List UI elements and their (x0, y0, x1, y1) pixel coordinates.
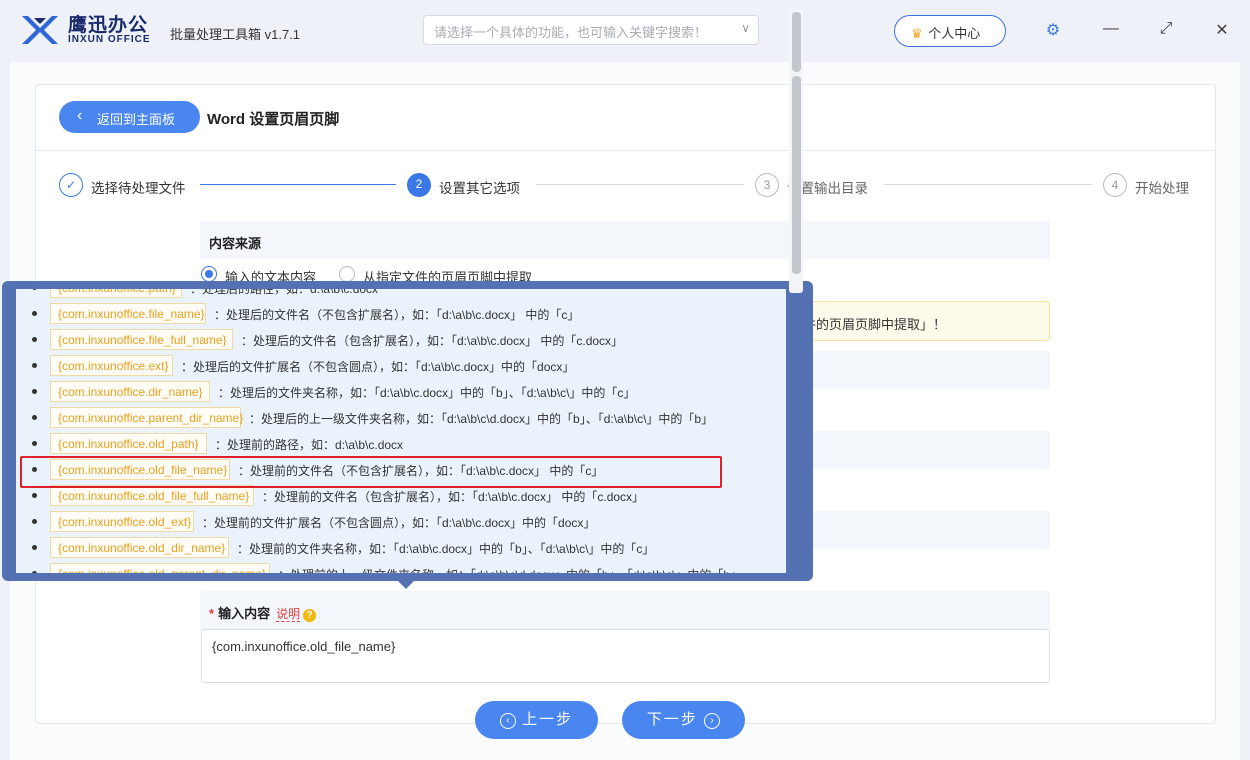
variable-list-item[interactable]: {com.inxunoffice.path} ：处理后的路径，如：d:\a\b\c… (16, 289, 786, 301)
popup-pointer (397, 580, 415, 589)
variable-description: ：处理前的文件扩展名（不包含圆点），如：「d:\a\b\c.docx」中的「do… (202, 516, 596, 530)
user-center-button[interactable]: ♛ 个人中心 (894, 15, 1006, 47)
bullet-icon (32, 545, 37, 550)
step-connector (884, 184, 1092, 185)
prev-step-button[interactable]: ‹ 上一步 (475, 701, 598, 739)
scrollbar-thumb[interactable] (792, 76, 801, 274)
scrollbar-upper[interactable] (792, 12, 801, 72)
close-icon[interactable]: ✕ (1212, 20, 1232, 40)
explain-link[interactable]: 说明 (276, 607, 301, 622)
bullet-icon (32, 389, 37, 394)
help-icon[interactable]: ? (303, 609, 317, 622)
radio-text-input[interactable] (201, 266, 217, 282)
input-content-header (200, 591, 1050, 629)
variable-tag[interactable]: {com.inxunoffice.file_name} (50, 303, 206, 324)
step-3-number: 3 (755, 173, 779, 197)
radio-extract-from-file[interactable] (339, 266, 355, 282)
variables-list: {com.inxunoffice.path} ：处理后的路径，如：d:\a\b\c… (16, 289, 786, 573)
variable-description: ：处理后的文件扩展名（不包含圆点），如：「d:\a\b\c.docx」中的「do… (181, 360, 575, 374)
bullet-icon (32, 289, 37, 290)
user-center-label: 个人中心 (928, 26, 981, 41)
variable-tag[interactable]: {com.inxunoffice.path} (50, 289, 182, 298)
bullet-icon (32, 311, 37, 316)
variable-description: ：处理后的上一级文件夹名称，如：「d:\a\b\c\d.docx」中的「b」、「… (249, 412, 714, 426)
settings-gear-icon[interactable]: ⚙ (1043, 20, 1063, 40)
variable-description: ：处理后的文件名（不包含扩展名），如：「d:\a\b\c.docx」 中的「c」 (214, 308, 580, 322)
variable-tag[interactable]: {com.inxunoffice.old_parent_dir_name} (50, 563, 270, 573)
variable-tag[interactable]: {com.inxunoffice.old_file_full_name} (50, 485, 254, 506)
variable-description: ：处理前的文件夹名称，如：「d:\a\b\c.docx」中的「b」、「d:\a\… (237, 542, 655, 556)
page-title: Word 设置页眉页脚 (207, 111, 340, 128)
variable-list-item[interactable]: {com.inxunoffice.parent_dir_name} ：处理后的上一… (16, 405, 786, 431)
variable-tag[interactable]: {com.inxunoffice.old_dir_name} (50, 537, 229, 558)
variable-description: ：处理前的文件名（包含扩展名），如：「d:\a\b\c.docx」 中的「c.d… (262, 490, 645, 504)
next-step-button[interactable]: 下一步 › (622, 701, 745, 739)
variable-description: ：处理后的文件夹名称，如：「d:\a\b\c.docx」中的「b」、「d:\a\… (218, 386, 636, 400)
variable-tag[interactable]: {com.inxunoffice.ext} (50, 355, 173, 376)
warning-notice: 件的页眉页脚中提取」！ (790, 301, 1050, 341)
crown-icon: ♛ (911, 26, 923, 41)
bullet-icon (32, 337, 37, 342)
search-input[interactable]: 请选择一个具体的功能，也可输入关键字搜索！ ∨ (423, 15, 759, 45)
minimize-icon[interactable]: — (1101, 20, 1121, 40)
input-content-label: 输入内容 (218, 606, 271, 621)
bullet-icon (32, 415, 37, 420)
search-placeholder: 请选择一个具体的功能，也可输入关键字搜索！ (434, 25, 708, 40)
variable-description: ：处理后的文件名（包含扩展名），如：「d:\a\b\c.docx」 中的「c.d… (241, 334, 624, 348)
variable-description: ：处理前的路径，如：d:\a\b\c.docx (215, 438, 404, 452)
next-step-label: 下一步 (646, 711, 698, 728)
bullet-icon (32, 571, 37, 573)
maximize-icon[interactable]: ⤢ (1156, 20, 1176, 40)
app-title: 批量处理工具箱 v1.7.1 (170, 27, 301, 42)
step-1-label: 选择待处理文件 (91, 181, 186, 196)
variable-tag[interactable]: {com.inxunoffice.dir_name} (50, 381, 210, 402)
variable-list-item[interactable]: {com.inxunoffice.old_parent_dir_name} ：处理… (16, 561, 786, 573)
variable-list-item[interactable]: {com.inxunoffice.file_full_name} ：处理后的文件名… (16, 327, 786, 353)
variable-tag[interactable]: {com.inxunoffice.old_path} (50, 433, 207, 454)
step-2-label: 设置其它选项 (439, 181, 520, 196)
step-4-number: 4 (1103, 173, 1127, 197)
step-connector (536, 184, 744, 185)
prev-step-label: 上一步 (522, 711, 574, 728)
variable-list-item[interactable]: {com.inxunoffice.old_dir_name} ：处理前的文件夹名称… (16, 535, 786, 561)
step-4-label: 开始处理 (1135, 181, 1189, 196)
input-content-title: * 输入内容 说明? (209, 603, 317, 622)
back-to-main-button[interactable]: ‹ 返回到主面板 (59, 101, 200, 133)
variable-description: ：处理前的上一级文件夹名称，如：「d:\a\b\c\d.docx」中的「b」、「… (278, 566, 742, 573)
brand-name-en: INXUN OFFICE (68, 34, 151, 45)
brand-name: 鹰迅办公 (68, 15, 149, 36)
bullet-icon (32, 441, 37, 446)
chevron-right-circle-icon: › (704, 713, 721, 729)
content-source-title: 内容来源 (209, 236, 262, 251)
variable-list-item[interactable]: {com.inxunoffice.dir_name} ：处理后的文件夹名称，如：「… (16, 379, 786, 405)
variable-description: ：处理后的路径，如：d:\a\b\c.docx (190, 289, 379, 296)
required-mark: * (209, 606, 215, 621)
bullet-icon (32, 363, 37, 368)
bullet-icon (32, 493, 37, 498)
step-2-number: 2 (407, 173, 431, 197)
chevron-left-circle-icon: ‹ (499, 713, 516, 729)
variable-tag[interactable]: {com.inxunoffice.old_ext} (50, 511, 194, 532)
divider (36, 150, 1214, 151)
variables-popup: {com.inxunoffice.path} ：处理后的路径，如：d:\a\b\c… (2, 281, 813, 581)
variable-list-item[interactable]: {com.inxunoffice.old_ext} ：处理前的文件扩展名（不包含圆… (16, 509, 786, 535)
variables-list-container: {com.inxunoffice.path} ：处理后的路径，如：d:\a\b\c… (16, 289, 786, 573)
input-content-textarea[interactable]: {com.inxunoffice.old_file_name} (201, 629, 1050, 683)
step-connector (200, 184, 396, 185)
chevron-left-icon: ‹ (77, 107, 83, 124)
content-source-header (200, 221, 1050, 259)
step-1-check-icon: ✓ (59, 173, 83, 197)
back-label: 返回到主面板 (97, 112, 176, 127)
variable-list-item[interactable]: {com.inxunoffice.ext} ：处理后的文件扩展名（不包含圆点），如… (16, 353, 786, 379)
app-logo-icon (22, 16, 58, 44)
chevron-down-icon[interactable]: ∨ (741, 21, 750, 35)
title-bar: 鹰迅办公 INXUN OFFICE 批量处理工具箱 v1.7.1 请选择一个具体… (0, 0, 1250, 62)
variable-list-item[interactable]: {com.inxunoffice.file_name} ：处理后的文件名（不包含扩… (16, 301, 786, 327)
variable-list-item[interactable]: {com.inxunoffice.old_path} ：处理前的路径，如：d:\a… (16, 431, 786, 457)
bullet-icon (32, 519, 37, 524)
highlight-box (20, 456, 722, 488)
variable-tag[interactable]: {com.inxunoffice.parent_dir_name} (50, 407, 243, 428)
variable-tag[interactable]: {com.inxunoffice.file_full_name} (50, 329, 233, 350)
